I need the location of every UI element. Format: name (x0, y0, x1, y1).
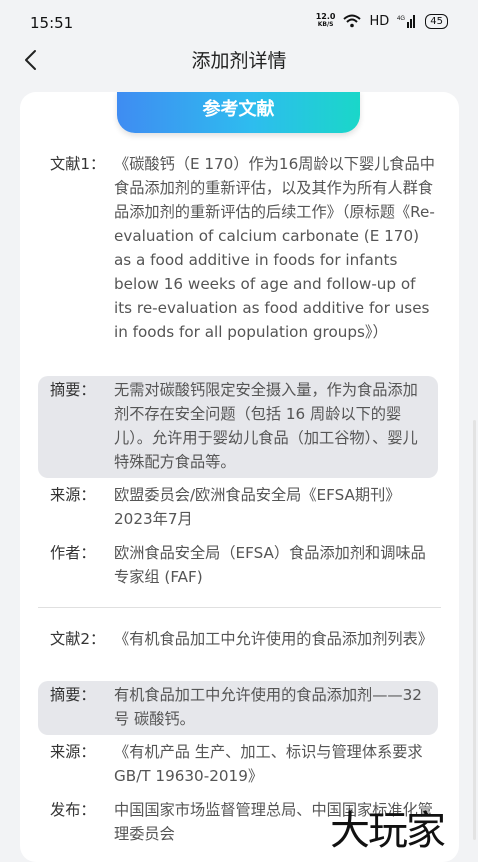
status-icons: 12.0 KB/S HD 4G 45 (316, 13, 448, 29)
wifi-icon (343, 14, 362, 28)
signal-icon: 4G (397, 15, 416, 28)
scrollbar[interactable] (473, 420, 476, 840)
reference-card: 参考文献 文献1： 《碳酸钙（E 170）作为16周龄以下婴儿食品中食品添加剂的… (20, 92, 459, 862)
ref2-source-label: 来源： (50, 743, 96, 761)
header: 添加剂详情 (0, 44, 478, 76)
ref1-label: 文献1： (50, 155, 106, 173)
network-type-label: 4G (397, 16, 405, 22)
page-title: 添加剂详情 (191, 50, 287, 72)
ref1-author: 欧洲食品安全局（EFSA）食品添加剂和调味品专家组 (FAF) (114, 544, 426, 586)
ref1-summary-row: 摘要： 无需对碳酸钙限定安全摄入量，作为食品添加剂不存在安全问题（包括 16 周… (38, 376, 438, 478)
ref1-source-label: 来源： (50, 486, 96, 504)
speed-value: 12.0 (315, 12, 336, 21)
ref2-summary: 有机食品加工中允许使用的食品添加剂——32号 碳酸钙。 (114, 686, 422, 728)
ref2-source: 《有机产品 生产、加工、标识与管理体系要求 GB/T 19630-2019》 (114, 743, 423, 785)
ref2-source-row: 来源： 《有机产品 生产、加工、标识与管理体系要求 GB/T 19630-201… (38, 740, 438, 788)
ref2-summary-row: 摘要： 有机食品加工中允许使用的食品添加剂——32号 碳酸钙。 (38, 681, 438, 735)
ref1-source: 欧盟委员会/欧洲食品安全局《EFSA期刊》2023年7月 (114, 486, 401, 528)
ref1-text: 《碳酸钙（E 170）作为16周龄以下婴儿食品中食品添加剂的重新评估，以及其作为… (114, 155, 435, 341)
ref2-text: 《有机食品加工中允许使用的食品添加剂列表》 (114, 630, 433, 648)
status-bar: 15:51 12.0 KB/S HD 4G 45 (0, 0, 478, 44)
speed-unit: KB/S (317, 21, 334, 28)
ref2-summary-label: 摘要： (50, 686, 96, 704)
ref2-title-row: 文献2： 《有机食品加工中允许使用的食品添加剂列表》 (38, 627, 438, 651)
watermark-logo: 大玩家 (330, 808, 446, 854)
ref1-summary: 无需对碳酸钙限定安全摄入量，作为食品添加剂不存在安全问题（包括 16 周龄以下的… (114, 381, 418, 471)
status-time: 15:51 (30, 14, 74, 32)
hd-badge: HD (369, 13, 390, 29)
battery-icon: 45 (425, 13, 448, 29)
ref2-label: 文献2： (50, 630, 106, 648)
ref1-author-row: 作者： 欧洲食品安全局（EFSA）食品添加剂和调味品专家组 (FAF) (38, 541, 438, 589)
ref1-title-row: 文献1： 《碳酸钙（E 170）作为16周龄以下婴儿食品中食品添加剂的重新评估，… (38, 152, 438, 344)
network-speed: 12.0 KB/S (316, 13, 336, 29)
section-title-pill: 参考文献 (117, 92, 360, 133)
ref1-author-label: 作者： (50, 544, 96, 562)
ref2-publisher-label: 发布： (50, 801, 96, 819)
ref1-source-row: 来源： 欧盟委员会/欧洲食品安全局《EFSA期刊》2023年7月 (38, 483, 438, 531)
ref1-summary-label: 摘要： (50, 381, 96, 399)
divider (38, 607, 441, 608)
